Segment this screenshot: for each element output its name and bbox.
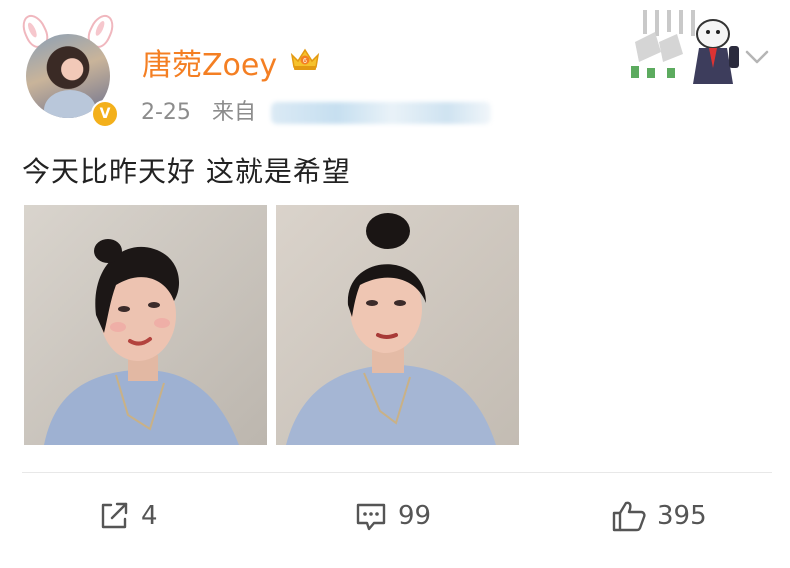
post-meta: 2-25 来自 bbox=[141, 94, 491, 126]
like-button[interactable]: 395 bbox=[611, 496, 707, 536]
comment-button[interactable]: 99 bbox=[354, 496, 431, 536]
comment-icon bbox=[356, 503, 386, 531]
username[interactable]: 唐菀Zoey bbox=[142, 40, 277, 84]
chevron-down-icon[interactable] bbox=[744, 44, 770, 70]
like-icon bbox=[612, 501, 646, 532]
post-date: 2-25 bbox=[141, 100, 191, 125]
like-count: 395 bbox=[657, 501, 707, 531]
post-photo-2[interactable] bbox=[276, 205, 519, 445]
avatar-container[interactable]: V bbox=[17, 10, 119, 128]
svg-text:6: 6 bbox=[303, 58, 307, 65]
post-photo-1[interactable] bbox=[24, 205, 267, 445]
comment-count: 99 bbox=[398, 501, 432, 531]
divider bbox=[22, 472, 772, 473]
post-text: 今天比昨天好 这就是希望 bbox=[22, 155, 351, 188]
crown-vip-icon[interactable]: 6 bbox=[290, 46, 320, 72]
post-source-label: 来自 bbox=[211, 100, 256, 125]
repost-count: 4 bbox=[141, 501, 158, 531]
blurred-source bbox=[270, 102, 491, 124]
repost-icon bbox=[101, 502, 128, 529]
repost-button[interactable]: 4 bbox=[97, 496, 158, 536]
verified-badge-icon: V bbox=[91, 100, 119, 128]
sticker-pendant[interactable] bbox=[625, 8, 741, 84]
